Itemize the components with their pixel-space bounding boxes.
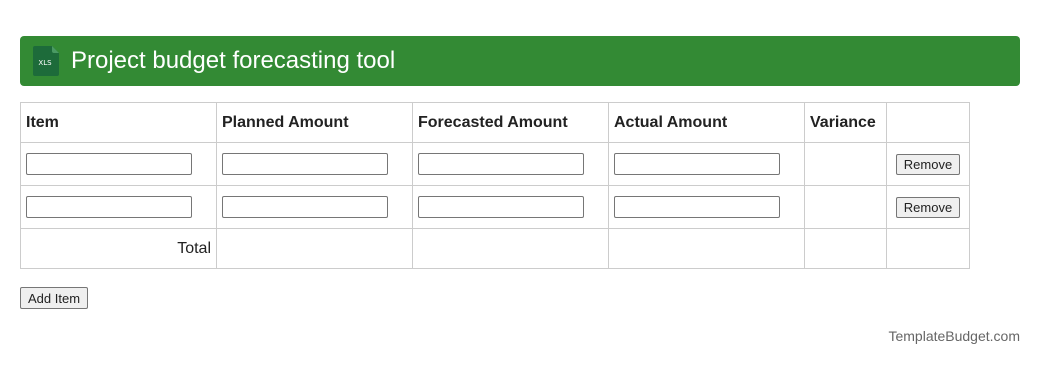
app-header: XLS Project budget forecasting tool [20,36,1020,86]
totals-row: Total [20,228,970,269]
column-header-forecasted-amount: Forecasted Amount [412,102,609,143]
budget-table: Item Planned Amount Forecasted Amount Ac… [20,102,970,269]
add-item-button[interactable]: Add Item [20,287,89,309]
variance-cell [804,142,887,186]
item-input[interactable] [26,153,192,175]
actual-amount-input[interactable] [614,153,780,175]
planned-amount-input[interactable] [222,153,388,175]
table-row: Remove [20,142,970,186]
planned-amount-input[interactable] [222,196,388,218]
forecasted-cell [412,185,609,229]
total-forecasted-value [412,228,609,269]
total-label: Total [20,228,217,269]
xls-icon-label: XLS [38,59,52,67]
column-header-planned-amount: Planned Amount [216,102,413,143]
column-header-actions [886,102,970,143]
table-header-row: Item Planned Amount Forecasted Amount Ac… [20,102,970,143]
item-cell [20,142,217,186]
variance-cell [804,185,887,229]
total-planned-value [216,228,413,269]
action-cell: Remove [886,142,970,186]
column-header-actual-amount: Actual Amount [608,102,805,143]
total-variance-value [804,228,887,269]
table-row: Remove [20,185,970,229]
planned-cell [216,142,413,186]
item-input[interactable] [26,196,192,218]
remove-row-button[interactable]: Remove [895,196,961,218]
actual-cell [608,185,805,229]
action-cell: Remove [886,185,970,229]
forecasted-amount-input[interactable] [418,196,584,218]
planned-cell [216,185,413,229]
forecasted-cell [412,142,609,186]
forecasted-amount-input[interactable] [418,153,584,175]
xls-file-icon: XLS [33,46,59,76]
column-header-variance: Variance [804,102,887,143]
brand-label: TemplateBudget.com [888,328,1020,344]
item-cell [20,185,217,229]
actual-amount-input[interactable] [614,196,780,218]
remove-row-button[interactable]: Remove [895,153,961,175]
actual-cell [608,142,805,186]
total-actual-value [608,228,805,269]
column-header-item: Item [20,102,217,143]
total-action-cell [886,228,970,269]
page-title: Project budget forecasting tool [71,47,396,74]
